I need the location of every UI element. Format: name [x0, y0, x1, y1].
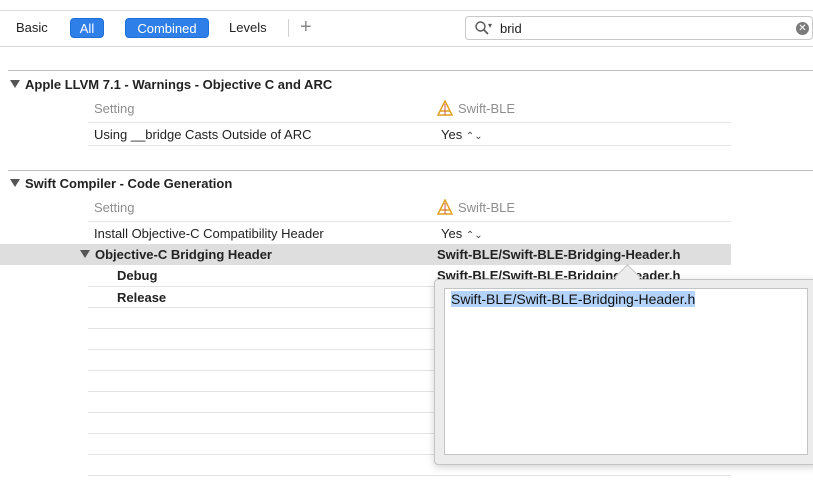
chevron-down-icon: ▾ — [488, 21, 493, 30]
app-target-icon — [437, 100, 453, 116]
section-header-llvm-warnings[interactable]: Apple LLVM 7.1 - Warnings - Objective C … — [10, 77, 332, 92]
section-title: Swift Compiler - Code Generation — [25, 176, 233, 191]
row-divider — [88, 475, 731, 476]
setting-value[interactable]: Swift-BLE/Swift-BLE-Bridging-Header.h — [437, 247, 680, 262]
target-column-header: Swift-BLE — [458, 101, 516, 116]
disclosure-triangle-icon[interactable] — [10, 179, 20, 187]
setting-value[interactable]: Yes ⌃⌄ — [441, 127, 483, 142]
search-input[interactable] — [500, 19, 750, 37]
bridging-header-text-area[interactable]: Swift-BLE/Swift-BLE-Bridging-Header.h — [444, 288, 808, 455]
section-divider — [8, 170, 813, 171]
all-button[interactable]: All — [70, 18, 104, 38]
setting-value[interactable]: Yes ⌃⌄ — [441, 226, 483, 241]
combined-button[interactable]: Combined — [125, 18, 209, 38]
setting-name[interactable]: Using __bridge Casts Outside of ARC — [94, 127, 312, 142]
add-setting-button[interactable]: + — [300, 16, 312, 38]
selected-text[interactable]: Swift-BLE/Swift-BLE-Bridging-Header.h — [451, 291, 696, 307]
setting-column-header: Setting — [94, 101, 135, 116]
basic-button[interactable]: Basic — [16, 18, 48, 38]
search-field[interactable]: ▾ ✕ — [465, 16, 813, 40]
app-target-icon — [437, 199, 453, 215]
row-divider — [88, 122, 731, 123]
setting-name[interactable]: Objective-C Bridging Header — [80, 247, 272, 262]
row-divider — [88, 145, 731, 146]
disclosure-triangle-icon[interactable] — [80, 250, 90, 258]
setting-name[interactable]: Install Objective-C Compatibility Header — [94, 226, 324, 241]
setting-name[interactable]: Debug — [117, 268, 157, 283]
target-column-header: Swift-BLE — [458, 200, 516, 215]
toolbar-divider — [0, 46, 813, 47]
setting-name[interactable]: Release — [117, 290, 166, 305]
section-header-swift-compiler[interactable]: Swift Compiler - Code Generation — [10, 176, 232, 191]
setting-column-header: Setting — [94, 200, 135, 215]
clear-search-icon[interactable]: ✕ — [796, 22, 809, 35]
row-divider — [88, 221, 731, 222]
stepper-icon: ⌃⌄ — [465, 230, 483, 241]
stepper-icon: ⌃⌄ — [465, 131, 483, 142]
section-divider — [8, 70, 813, 71]
toolbar-separator — [288, 19, 289, 37]
disclosure-triangle-icon[interactable] — [10, 80, 20, 88]
levels-button[interactable]: Levels — [229, 18, 267, 38]
section-title: Apple LLVM 7.1 - Warnings - Objective C … — [25, 77, 333, 92]
